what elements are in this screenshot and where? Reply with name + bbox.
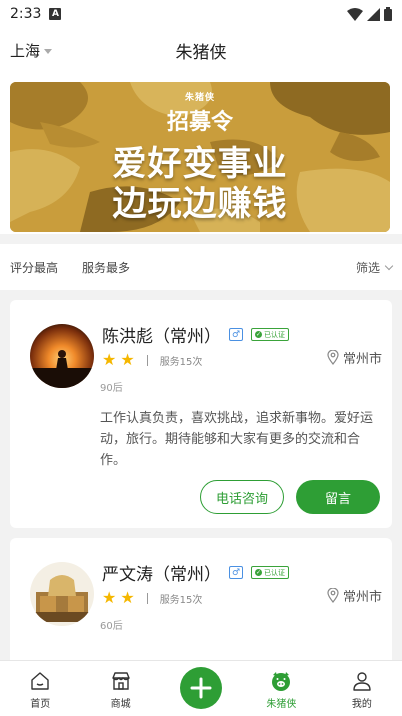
bottom-tab-bar: 首页 商城 朱猪侠 我的 — [0, 660, 402, 716]
tab-mine[interactable]: 我的 — [322, 661, 402, 716]
phone-consult-button[interactable]: 电话咨询 — [200, 480, 284, 514]
verified-badge: ✓ 已认证 — [251, 566, 289, 579]
banner-brand: 朱猪侠 — [184, 93, 215, 103]
tab-home-label: 首页 — [30, 699, 51, 710]
star-icon: ★ — [120, 350, 135, 369]
check-icon: ✓ — [255, 331, 262, 338]
check-icon: ✓ — [255, 569, 262, 576]
tab-shop-label: 商城 — [110, 699, 131, 710]
tab-mine-label: 我的 — [351, 699, 372, 710]
age-group: 90后 — [100, 383, 123, 394]
service-count: 服务15次 — [159, 356, 203, 368]
status-time: 2:33 — [10, 6, 42, 22]
caret-down-icon — [44, 48, 53, 54]
plus-icon — [190, 677, 212, 698]
provider-card[interactable]: 严文涛（常州） ♂ ✓ 已认证 ★ ★ 服务15次 60后 常州市 — [10, 538, 392, 678]
location-label: 常州市 — [342, 352, 382, 367]
tab-shop[interactable]: 商城 — [80, 661, 160, 716]
message-button[interactable]: 留言 — [296, 480, 380, 514]
nav-bar: 上海 朱猪侠 — [0, 28, 402, 72]
location: 常州市 — [327, 348, 382, 367]
service-count: 服务15次 — [159, 594, 203, 606]
add-button[interactable] — [180, 666, 223, 709]
verified-label: 已认证 — [264, 568, 285, 577]
page-title: 朱猪侠 — [175, 42, 227, 63]
city-label: 上海 — [10, 41, 41, 60]
age-group: 60后 — [100, 621, 123, 632]
star-icon: ★ — [120, 588, 135, 607]
chevron-down-icon — [384, 261, 394, 270]
location: 常州市 — [327, 586, 382, 605]
provider-card[interactable]: 陈洪彪（常州） ♂ ✓ 已认证 ★ ★ 服务15次 90后 常州市 工作认真负责… — [10, 300, 392, 528]
male-icon: ♂ — [229, 328, 243, 341]
location-pin-icon — [327, 588, 339, 603]
signal-icon — [367, 7, 380, 21]
verified-label: 已认证 — [264, 330, 285, 339]
filter-bar: 评分最高 服务最多 筛选 — [0, 244, 402, 290]
male-icon: ♂ — [229, 566, 243, 579]
provider-bio: 工作认真负责，喜欢挑战，追求新事物。爱好运动，旅行。期待能够和大家有更多的交流和… — [100, 411, 374, 468]
divider — [146, 354, 148, 366]
pig-icon — [272, 672, 291, 691]
battery-icon — [384, 7, 392, 21]
user-icon — [353, 672, 371, 691]
divider — [146, 592, 148, 604]
home-icon — [31, 672, 49, 690]
wifi-icon — [347, 7, 363, 21]
star-icon: ★ — [102, 350, 117, 369]
banner-subtitle: 招募令 — [166, 109, 233, 135]
filter-label: 筛选 — [355, 260, 380, 275]
banner-headline-2: 边玩边赚钱 — [112, 184, 288, 224]
provider-name: 陈洪彪（常州） — [102, 327, 221, 347]
filter-button[interactable]: 筛选 — [355, 259, 394, 276]
location-label: 常州市 — [342, 590, 382, 605]
provider-list: 陈洪彪（常州） ♂ ✓ 已认证 ★ ★ 服务15次 90后 常州市 工作认真负责… — [0, 290, 402, 678]
verified-badge: ✓ 已认证 — [251, 328, 289, 341]
provider-name: 严文涛（常州） — [102, 565, 221, 585]
shop-icon — [111, 672, 130, 690]
tab-zhuzhuxia-label: 朱猪侠 — [266, 699, 297, 710]
star-icon: ★ — [102, 588, 117, 607]
location-pin-icon — [327, 350, 339, 365]
avatar — [30, 324, 94, 388]
tab-home[interactable]: 首页 — [0, 661, 80, 716]
banner-section: 朱猪侠 招募令 爱好变事业 边玩边赚钱 — [0, 72, 402, 234]
tab-add[interactable] — [161, 661, 241, 716]
status-bar: 2:33 A — [0, 0, 402, 28]
notification-icon: A — [49, 8, 62, 20]
recruit-banner[interactable]: 朱猪侠 招募令 爱好变事业 边玩边赚钱 — [10, 82, 390, 232]
avatar — [30, 562, 94, 626]
tab-zhuzhuxia[interactable]: 朱猪侠 — [241, 661, 321, 716]
filter-most-services[interactable]: 服务最多 — [82, 259, 130, 276]
city-selector[interactable]: 上海 — [10, 40, 53, 61]
filter-top-rated[interactable]: 评分最高 — [10, 259, 58, 276]
